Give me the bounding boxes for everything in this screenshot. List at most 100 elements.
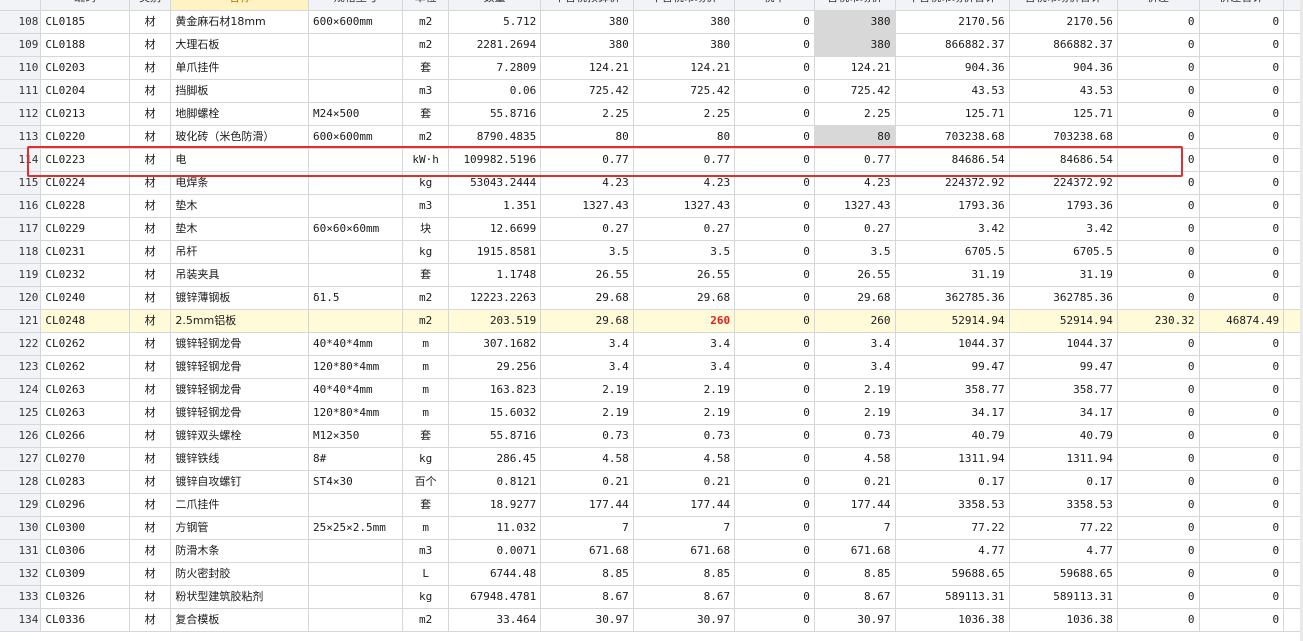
cell-unit[interactable]: m2 <box>403 11 449 34</box>
table-row[interactable]: 118 CL0231 材吊杆 kg 1915.8581 3.5 3.5 0 3.5 6705.5 6… <box>0 241 1303 264</box>
cell-name[interactable]: 2.5mm铝板 <box>171 310 310 333</box>
cell-spec[interactable]: M24×500 <box>309 103 404 126</box>
cell-market-total[interactable]: 0.17 <box>895 471 1010 494</box>
cell-tax-rate[interactable]: 0 <box>735 402 815 425</box>
cell-tax-rate[interactable]: 0 <box>735 517 815 540</box>
cell-tax-market-total[interactable]: 4.77 <box>1009 540 1118 563</box>
cell-tax-rate[interactable]: 0 <box>735 494 815 517</box>
cell-market-price[interactable]: 4.58 <box>633 448 736 471</box>
cell-unit[interactable]: m <box>403 379 449 402</box>
cell-tax-market-total[interactable]: 358.77 <box>1009 379 1118 402</box>
cell-name[interactable]: 黄金麻石材18mm <box>171 11 310 34</box>
cell-market-total[interactable]: 904.36 <box>895 57 1010 80</box>
cell-code[interactable]: CL0336 <box>41 609 130 632</box>
cell-market-total[interactable]: 84686.54 <box>895 149 1010 172</box>
cell-type[interactable]: 材 <box>129 218 172 241</box>
cell-qty[interactable]: 53043.2444 <box>448 172 542 195</box>
cell-name[interactable]: 防滑木条 <box>171 540 310 563</box>
cell-price-diff[interactable]: 0 <box>1117 402 1200 425</box>
cell-price-diff-total[interactable]: 0 <box>1199 34 1285 57</box>
cell-code[interactable]: CL0203 <box>41 57 130 80</box>
table-row[interactable]: 131 CL0306 材防滑木条 m3 0.0071 671.68 671.68 0 671.6… <box>0 540 1303 563</box>
cell-name[interactable]: 挡脚板 <box>171 80 310 103</box>
cell-qty[interactable]: 0.06 <box>448 80 542 103</box>
cell-market-price[interactable]: 0.27 <box>633 218 736 241</box>
cell-code[interactable]: CL0296 <box>41 494 130 517</box>
cell-type[interactable]: 材 <box>129 126 172 149</box>
cell-market-total[interactable]: 589113.31 <box>895 586 1010 609</box>
cell-qty[interactable]: 5.712 <box>448 11 542 34</box>
cell-qty[interactable]: 163.823 <box>448 379 542 402</box>
cell-tax-rate[interactable]: 0 <box>735 356 815 379</box>
cell-price-diff[interactable]: 0 <box>1117 103 1200 126</box>
cell-budget-price[interactable]: 2.19 <box>541 402 634 425</box>
cell-type[interactable]: 材 <box>129 241 172 264</box>
cell-price-diff[interactable]: 0 <box>1117 264 1200 287</box>
cell-market-price[interactable]: 671.68 <box>633 540 736 563</box>
cell-code[interactable]: CL0231 <box>41 241 130 264</box>
cell-type[interactable]: 材 <box>129 471 172 494</box>
cell-market-total[interactable]: 34.17 <box>895 402 1010 425</box>
cell-price-diff-total[interactable]: 0 <box>1199 218 1285 241</box>
cell-spec[interactable]: 40*40*4mm <box>309 333 404 356</box>
cell-code[interactable]: CL0262 <box>41 333 130 356</box>
table-row[interactable]: 128 CL0283 材镀锌自攻螺钉 ST4×30 百个 0.8121 0.21 0.21 0 0… <box>0 471 1303 494</box>
cell-spec[interactable] <box>309 57 404 80</box>
cell-tax-market-total[interactable]: 1036.38 <box>1009 609 1118 632</box>
cell-name[interactable]: 镀锌轻钢龙骨 <box>171 402 310 425</box>
cell-spec[interactable]: 120*80*4mm <box>309 356 404 379</box>
cell-tax-rate[interactable]: 0 <box>735 563 815 586</box>
cell-price-diff-total[interactable]: 0 <box>1199 609 1285 632</box>
cell-market-price[interactable]: 3.4 <box>633 356 736 379</box>
cell-tax-market-total[interactable]: 52914.94 <box>1009 310 1118 333</box>
cell-name[interactable]: 电 <box>171 149 310 172</box>
cell-code[interactable]: CL0213 <box>41 103 130 126</box>
cell-price-diff[interactable]: 0 <box>1117 586 1200 609</box>
cell-qty[interactable]: 7.2809 <box>448 57 542 80</box>
cell-unit[interactable]: m3 <box>403 80 449 103</box>
cell-budget-price[interactable]: 380 <box>541 11 634 34</box>
cell-budget-price[interactable]: 725.42 <box>541 80 634 103</box>
cell-unit[interactable]: m2 <box>403 126 449 149</box>
cell-tax-market-price[interactable]: 8.85 <box>814 563 896 586</box>
cell-price-diff[interactable]: 0 <box>1117 11 1200 34</box>
cell-spec[interactable]: 8# <box>309 448 404 471</box>
cell-code[interactable]: CL0270 <box>41 448 130 471</box>
cell-tax-market-total[interactable]: 6705.5 <box>1009 241 1118 264</box>
cell-market-total[interactable]: 40.79 <box>895 425 1010 448</box>
cell-spec[interactable] <box>309 609 404 632</box>
cell-budget-price[interactable]: 30.97 <box>541 609 634 632</box>
cell-name[interactable]: 粉状型建筑胶粘剂 <box>171 586 310 609</box>
cell-type[interactable]: 材 <box>129 34 172 57</box>
cell-budget-price[interactable]: 29.68 <box>541 287 634 310</box>
cell-budget-price[interactable]: 8.67 <box>541 586 634 609</box>
cell-tax-market-total[interactable]: 2170.56 <box>1009 11 1118 34</box>
cell-tax-rate[interactable]: 0 <box>735 195 815 218</box>
table-row[interactable]: 110 CL0203 材单爪挂件套 7.2809 124.21 124.21 0 124.21… <box>0 57 1303 80</box>
cell-market-total[interactable]: 43.53 <box>895 80 1010 103</box>
cell-market-total[interactable]: 224372.92 <box>895 172 1010 195</box>
cell-code[interactable]: CL0263 <box>41 402 130 425</box>
cell-budget-price[interactable]: 671.68 <box>541 540 634 563</box>
cell-type[interactable]: 材 <box>129 195 172 218</box>
cell-budget-price[interactable]: 380 <box>541 34 634 57</box>
cell-spec[interactable] <box>309 172 404 195</box>
cell-price-diff[interactable]: 0 <box>1117 609 1200 632</box>
cell-tax-market-price[interactable]: 2.19 <box>814 402 896 425</box>
cell-price-diff-total[interactable]: 0 <box>1199 149 1285 172</box>
cell-tax-rate[interactable]: 0 <box>735 126 815 149</box>
cell-type[interactable]: 材 <box>129 540 172 563</box>
table-row[interactable]: 134 CL0336 材复合模板 m2 33.464 30.97 30.97 0 30.97 10… <box>0 609 1303 632</box>
cell-code[interactable]: CL0283 <box>41 471 130 494</box>
cell-code[interactable]: CL0248 <box>41 310 130 333</box>
cell-spec[interactable] <box>309 241 404 264</box>
cell-tax-rate[interactable]: 0 <box>735 103 815 126</box>
cell-tax-market-price[interactable]: 3.5 <box>814 241 896 264</box>
cell-spec[interactable]: 40*40*4mm <box>309 379 404 402</box>
cell-unit[interactable]: 块 <box>403 218 449 241</box>
cell-budget-price[interactable]: 2.19 <box>541 379 634 402</box>
cell-tax-market-price[interactable]: 260 <box>814 310 896 333</box>
cell-spec[interactable] <box>309 264 404 287</box>
table-row[interactable]: 109 CL0188 材大理石板 m2 2281.2694 380 380 0 380 86688… <box>0 34 1303 57</box>
cell-price-diff[interactable]: 0 <box>1117 80 1200 103</box>
